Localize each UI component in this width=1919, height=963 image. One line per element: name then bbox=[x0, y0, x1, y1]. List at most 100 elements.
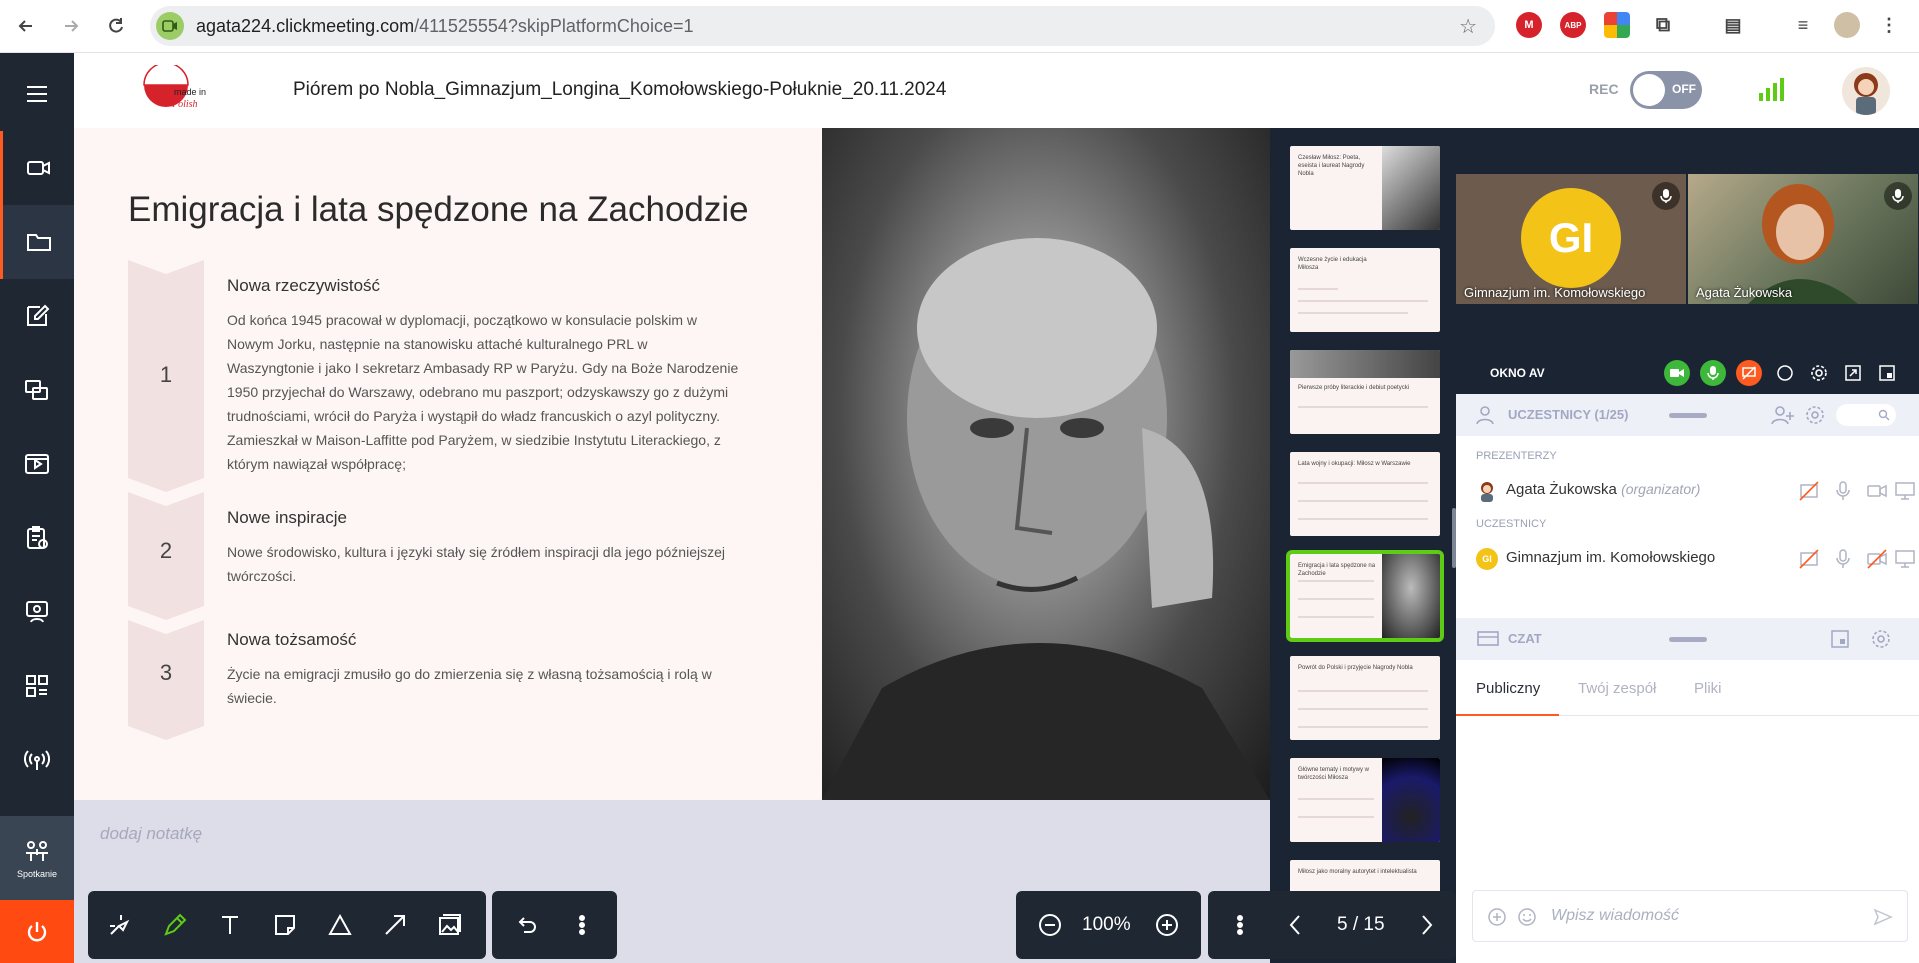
connection-signal-icon[interactable] bbox=[1758, 77, 1784, 101]
extension-adblock-icon[interactable]: ABP bbox=[1560, 12, 1586, 38]
reload-button[interactable] bbox=[100, 10, 132, 42]
thumbnail-line bbox=[1298, 482, 1428, 484]
sidebar-item-apps[interactable] bbox=[0, 649, 74, 723]
camera-toggle-button[interactable] bbox=[1664, 360, 1690, 386]
chat-bubble-button[interactable] bbox=[1772, 360, 1798, 386]
microphone-icon[interactable] bbox=[1832, 548, 1854, 570]
bookmark-star-icon[interactable]: ☆ bbox=[1459, 14, 1477, 39]
extension-google-icon[interactable] bbox=[1604, 12, 1630, 38]
extensions-puzzle-icon[interactable]: ⧉ bbox=[1650, 12, 1676, 38]
sidebar-item-screenshare[interactable] bbox=[0, 353, 74, 427]
panel-drag-handle[interactable] bbox=[1669, 413, 1707, 418]
microphone-icon[interactable] bbox=[1832, 480, 1854, 502]
back-button[interactable] bbox=[10, 10, 42, 42]
pen-tool-button[interactable] bbox=[155, 905, 195, 945]
emoji-icon[interactable] bbox=[1517, 907, 1537, 927]
av-fullscreen-button[interactable] bbox=[1840, 360, 1866, 386]
meeting-label: Spotkanie bbox=[16, 869, 58, 879]
whiteboard-off-icon[interactable] bbox=[1798, 480, 1820, 502]
attach-plus-icon[interactable] bbox=[1487, 907, 1507, 927]
tab-files[interactable]: Pliki bbox=[1694, 680, 1722, 697]
send-icon[interactable] bbox=[1873, 907, 1893, 927]
sidebar-item-presenter[interactable] bbox=[0, 575, 74, 649]
note-tool-button[interactable] bbox=[265, 905, 305, 945]
presenter-name: Agata Żukowska bbox=[1506, 481, 1617, 498]
text-t-icon bbox=[222, 916, 238, 934]
slide-thumbnail[interactable]: Lata wojny i okupacji: Miłosz w Warszawi… bbox=[1290, 452, 1440, 536]
extension-m-icon[interactable]: M bbox=[1516, 12, 1542, 38]
sidebar-item-whiteboard[interactable] bbox=[0, 279, 74, 353]
zoom-in-button[interactable] bbox=[1147, 905, 1187, 945]
media-control-icon[interactable]: ≡ bbox=[1790, 12, 1816, 38]
section-number-1: 1 bbox=[159, 362, 173, 387]
slide-options-button[interactable] bbox=[1220, 905, 1260, 945]
thumbnail-line bbox=[1298, 406, 1428, 408]
tab-public[interactable]: Publiczny bbox=[1476, 680, 1540, 697]
participant-row-presenter[interactable]: Agata Żukowska (organizator) bbox=[1476, 476, 1915, 504]
video-camera-icon[interactable] bbox=[1866, 480, 1888, 502]
slide-thumbnail[interactable]: Główne tematy i motywy w twórczości Miło… bbox=[1290, 758, 1440, 842]
chat-popout-icon[interactable] bbox=[1830, 629, 1850, 649]
av-settings-button[interactable] bbox=[1806, 360, 1832, 386]
triangle-icon bbox=[328, 913, 352, 935]
address-bar[interactable]: agata224.clickmeeting.com/411525554?skip… bbox=[150, 6, 1495, 46]
microphone-icon bbox=[1707, 366, 1719, 380]
section-heading-1: Nowa rzeczywistość bbox=[227, 276, 381, 295]
slide-thumbnail-active[interactable]: Emigracja i lata spędzone na Zachodzie bbox=[1286, 550, 1444, 642]
chat-settings-icon[interactable] bbox=[1870, 628, 1892, 650]
screen-share-toggle-button[interactable] bbox=[1736, 360, 1762, 386]
recording-toggle[interactable]: OFF bbox=[1630, 71, 1702, 109]
chat-message-input[interactable]: Wpisz wiadomość bbox=[1472, 890, 1908, 942]
tab-team[interactable]: Twój zespół bbox=[1578, 680, 1656, 697]
image-tool-button[interactable] bbox=[430, 905, 470, 945]
screen-monitor-icon[interactable] bbox=[1894, 480, 1916, 502]
leave-meeting-button[interactable] bbox=[0, 900, 74, 963]
previous-slide-button[interactable] bbox=[1276, 905, 1316, 945]
sidebar-item-video-player[interactable] bbox=[0, 427, 74, 501]
slide-thumbnail[interactable]: Pierwsze próby literackie i debiut poety… bbox=[1290, 350, 1440, 434]
video-camera-off-icon[interactable] bbox=[1866, 548, 1888, 570]
presentation-stage: Emigracja i lata spędzone na Zachodzie 1… bbox=[74, 128, 1270, 800]
participant-row-attendee[interactable]: GI Gimnazjum im. Komołowskiego bbox=[1476, 544, 1915, 572]
slide-thumbnail[interactable]: Wczesne życie i edukacja Miłosza bbox=[1290, 248, 1440, 332]
plus-circle-icon bbox=[1156, 914, 1178, 936]
sidebar-item-meeting[interactable]: Spotkanie bbox=[0, 816, 74, 900]
slide-thumbnail[interactable]: Czesław Miłosz: Poeta, eseista i laureat… bbox=[1290, 146, 1440, 230]
forward-button[interactable] bbox=[55, 10, 87, 42]
text-tool-button[interactable] bbox=[210, 905, 250, 945]
microphone-toggle-button[interactable] bbox=[1700, 360, 1726, 386]
line-tool-button[interactable] bbox=[375, 905, 415, 945]
browser-profile-icon[interactable] bbox=[1834, 12, 1860, 38]
sidebar-item-files[interactable] bbox=[0, 205, 74, 279]
more-tools-button[interactable] bbox=[562, 905, 602, 945]
screen-monitor-icon[interactable] bbox=[1894, 548, 1916, 570]
participant-name: Gimnazjum im. Komołowskiego bbox=[1506, 549, 1716, 566]
whiteboard-off-icon[interactable] bbox=[1798, 548, 1820, 570]
add-note-input[interactable]: dodaj notatkę bbox=[100, 824, 202, 844]
av-popout-button[interactable] bbox=[1874, 360, 1900, 386]
edit-note-icon bbox=[27, 304, 50, 326]
sidebar-item-camera[interactable] bbox=[0, 131, 74, 205]
reading-list-icon[interactable]: ▤ bbox=[1720, 12, 1746, 38]
participants-search-input[interactable] bbox=[1836, 404, 1896, 426]
panel-drag-handle[interactable] bbox=[1669, 637, 1707, 642]
next-slide-button[interactable] bbox=[1406, 905, 1446, 945]
site-info-icon[interactable] bbox=[156, 12, 184, 40]
video-tile-gimnazjum[interactable]: GI Gimnazjum im. Komołowskiego bbox=[1456, 174, 1686, 304]
add-user-icon[interactable] bbox=[1771, 404, 1795, 426]
user-avatar[interactable] bbox=[1842, 67, 1890, 115]
video-tile-agata[interactable]: Agata Żukowska bbox=[1688, 174, 1918, 304]
sidebar-item-broadcast[interactable] bbox=[0, 723, 74, 797]
shape-tool-button[interactable] bbox=[320, 905, 360, 945]
browser-menu-icon[interactable]: ⋮ bbox=[1876, 12, 1902, 38]
sidebar-item-tests[interactable] bbox=[0, 501, 74, 575]
mic-icon bbox=[1884, 182, 1912, 210]
undo-button[interactable] bbox=[506, 905, 546, 945]
slide-thumbnail[interactable]: Powrót do Polski i przyjęcie Nagrody Nob… bbox=[1290, 656, 1440, 740]
zoom-out-button[interactable] bbox=[1030, 905, 1070, 945]
section-number-3: 3 bbox=[159, 660, 173, 685]
pointer-tool-button[interactable] bbox=[100, 905, 140, 945]
menu-hamburger-button[interactable] bbox=[0, 57, 74, 131]
participants-settings-icon[interactable] bbox=[1804, 404, 1826, 426]
section-heading-3: Nowa tożsamość bbox=[227, 630, 357, 649]
